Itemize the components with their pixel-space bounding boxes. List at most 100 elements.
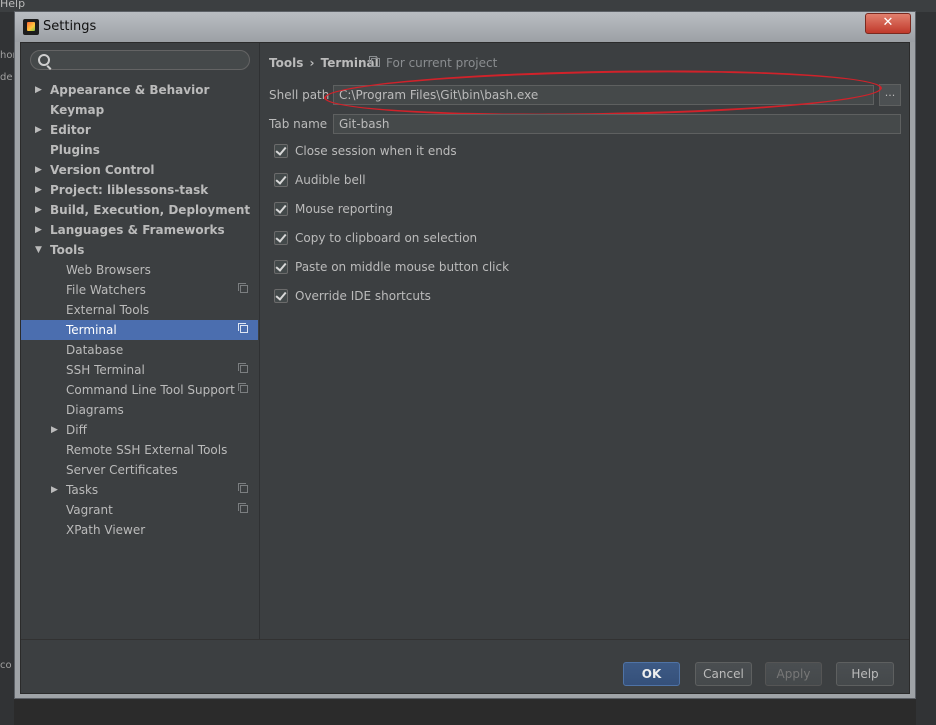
tree-item-label: Remote SSH External Tools [66, 443, 228, 457]
background-help-menu[interactable]: Help [0, 0, 25, 10]
settings-dialog: Settings ✕ ▶ Appearance & Behavior Keymap ▶… [14, 11, 916, 699]
tree-item-label: External Tools [66, 303, 150, 317]
collapsed-arrow-icon[interactable]: ▶ [35, 220, 45, 240]
tree-item-label: Plugins [50, 143, 100, 157]
project-scope-icon [369, 56, 380, 67]
option-label: Audible bell [295, 173, 366, 187]
collapsed-arrow-icon[interactable]: ▶ [35, 80, 45, 100]
search-icon [38, 54, 50, 66]
shell-path-label: Shell path [269, 88, 330, 102]
tree-item[interactable]: ▶ Editor [21, 120, 258, 140]
tree-item[interactable]: ▶ Project: liblessons-task [21, 180, 258, 200]
help-button[interactable]: Help [836, 662, 894, 686]
project-level-icon [238, 323, 248, 333]
tree-item[interactable]: SSH Terminal [21, 360, 258, 380]
option-label: Close session when it ends [295, 144, 457, 158]
close-button[interactable]: ✕ [865, 13, 911, 34]
apply-button[interactable]: Apply [765, 662, 822, 686]
tree-item-label: XPath Viewer [66, 523, 146, 537]
tree-item[interactable]: Vagrant [21, 500, 258, 520]
red-annotation-circle [323, 66, 883, 120]
tree-item[interactable]: Terminal [21, 320, 258, 340]
background-text-fragment: de [0, 72, 13, 83]
collapsed-arrow-icon[interactable]: ▶ [35, 160, 45, 180]
checkbox-checked[interactable] [274, 260, 288, 274]
tree-item[interactable]: ▶ Appearance & Behavior [21, 80, 258, 100]
tree-item-label: Terminal [66, 323, 117, 337]
tree-item-label: Diff [66, 423, 87, 437]
tree-item[interactable]: ▶ Languages & Frameworks [21, 220, 258, 240]
dialog-footer: OK Cancel Apply Help [21, 639, 909, 694]
checkbox-checked[interactable] [274, 289, 288, 303]
tree-item-label: Command Line Tool Support [66, 383, 235, 397]
tree-item-label: Vagrant [66, 503, 113, 517]
project-level-icon [238, 383, 248, 393]
dialog-title: Settings [43, 19, 97, 34]
cancel-button[interactable]: Cancel [695, 662, 752, 686]
option-label: Mouse reporting [295, 202, 393, 216]
terminal-settings-panel: Tools › Terminal For current project She… [260, 43, 911, 639]
tree-item-label: Tools [50, 243, 85, 257]
tree-item-label: Build, Execution, Deployment [50, 203, 251, 217]
collapsed-arrow-icon[interactable]: ▶ [35, 200, 45, 220]
ok-button[interactable]: OK [623, 662, 680, 686]
tree-item[interactable]: ▼ Tools [21, 240, 258, 260]
tree-item[interactable]: File Watchers [21, 280, 258, 300]
tree-item-label: Appearance & Behavior [50, 83, 210, 97]
tree-item-label: File Watchers [66, 283, 146, 297]
tree-item-label: Editor [50, 123, 91, 137]
tree-item[interactable]: Command Line Tool Support [21, 380, 258, 400]
breadcrumb: Tools › Terminal [269, 56, 379, 70]
tree-item[interactable]: Remote SSH External Tools [21, 440, 258, 460]
tree-item-label: Server Certificates [66, 463, 178, 477]
tree-item[interactable]: Plugins [21, 140, 258, 160]
option-label: Override IDE shortcuts [295, 289, 431, 303]
settings-sidebar: ▶ Appearance & Behavior Keymap ▶ Editor Plugi… [21, 43, 260, 639]
tree-item-label: Keymap [50, 103, 105, 117]
tree-item[interactable]: ▶ Version Control [21, 160, 258, 180]
background-left-panel: hor de co [0, 12, 17, 725]
project-level-icon [238, 483, 248, 493]
tab-name-label: Tab name [269, 117, 328, 131]
tree-item[interactable]: ▶ Tasks [21, 480, 258, 500]
collapsed-arrow-icon[interactable]: ▶ [35, 120, 45, 140]
tree-item[interactable]: Web Browsers [21, 260, 258, 280]
shell-path-browse-button[interactable]: ... [879, 84, 901, 106]
tab-name-field[interactable]: Git-bash [333, 114, 901, 134]
option-label: Paste on middle mouse button click [295, 260, 510, 274]
checkbox-checked[interactable] [274, 144, 288, 158]
settings-search-input[interactable] [30, 50, 250, 70]
breadcrumb-parent: Tools [269, 56, 304, 70]
tree-item-label: Diagrams [66, 403, 124, 417]
tree-item[interactable]: ▶ Diff [21, 420, 258, 440]
tree-item[interactable]: Database [21, 340, 258, 360]
tree-item[interactable]: Keymap [21, 100, 258, 120]
dialog-titlebar[interactable]: Settings ✕ [15, 12, 915, 42]
tree-item-label: Version Control [50, 163, 155, 177]
tree-item-label: Languages & Frameworks [50, 223, 225, 237]
project-level-icon [238, 363, 248, 373]
dialog-content: ▶ Appearance & Behavior Keymap ▶ Editor Plugi… [20, 42, 910, 694]
checkbox-checked[interactable] [274, 202, 288, 216]
background-text-fragment: co [0, 660, 12, 671]
checkbox-checked[interactable] [274, 173, 288, 187]
collapsed-arrow-icon[interactable]: ▶ [51, 420, 61, 440]
option-label: Copy to clipboard on selection [295, 231, 478, 245]
tree-item[interactable]: External Tools [21, 300, 258, 320]
collapsed-arrow-icon[interactable]: ▶ [35, 180, 45, 200]
background-right-panel [916, 12, 936, 725]
app-icon [23, 19, 39, 35]
project-scope-label: For current project [386, 56, 498, 70]
tree-item[interactable]: XPath Viewer [21, 520, 258, 540]
project-level-icon [238, 503, 248, 513]
tree-item[interactable]: Server Certificates [21, 460, 258, 480]
tree-item-label: Tasks [66, 483, 99, 497]
tree-item[interactable]: ▶ Build, Execution, Deployment [21, 200, 258, 220]
project-level-icon [238, 283, 248, 293]
tree-item-label: SSH Terminal [66, 363, 145, 377]
checkbox-checked[interactable] [274, 231, 288, 245]
tree-item-label: Project: liblessons-task [50, 183, 209, 197]
expanded-arrow-icon[interactable]: ▼ [35, 240, 45, 260]
tree-item[interactable]: Diagrams [21, 400, 258, 420]
collapsed-arrow-icon[interactable]: ▶ [51, 480, 61, 500]
